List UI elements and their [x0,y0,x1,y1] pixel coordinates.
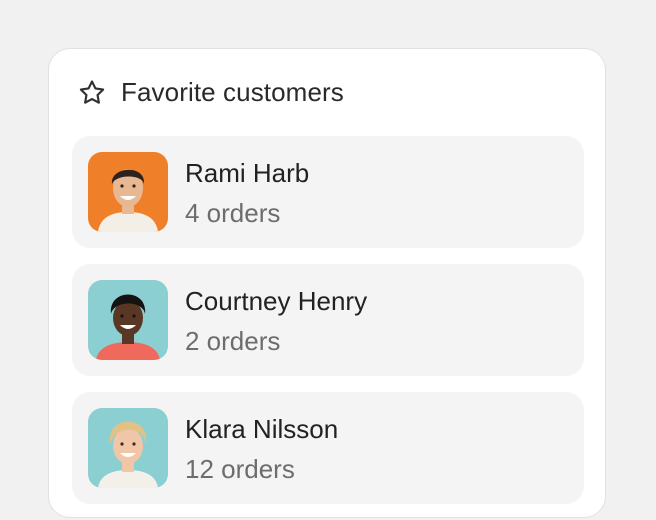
avatar [88,408,168,488]
customer-orders: 12 orders [185,454,295,484]
customer-name: Rami Harb [185,158,310,188]
star-icon [79,79,105,104]
customer-orders: 2 orders [185,326,281,356]
customer-orders: 4 orders [185,198,281,228]
customer-list: Rami Harb 4 orders Courtney Henry 2 orde… [72,136,584,520]
avatar [88,152,168,232]
customer-name: Klara Nilsson [185,414,339,444]
panel-header: Favorite customers [77,77,344,108]
customer-card-courtney-henry[interactable]: Courtney Henry 2 orders [72,264,584,376]
avatar [88,280,168,360]
favorite-customers-panel: Favorite customers Rami Harb 4 orders Co… [48,48,606,518]
panel-title: Favorite customers [121,77,344,107]
customer-card-klara-nilsson[interactable]: Klara Nilsson 12 orders [72,392,584,504]
customer-card-rami-harb[interactable]: Rami Harb 4 orders [72,136,584,248]
customer-name: Courtney Henry [185,286,368,316]
